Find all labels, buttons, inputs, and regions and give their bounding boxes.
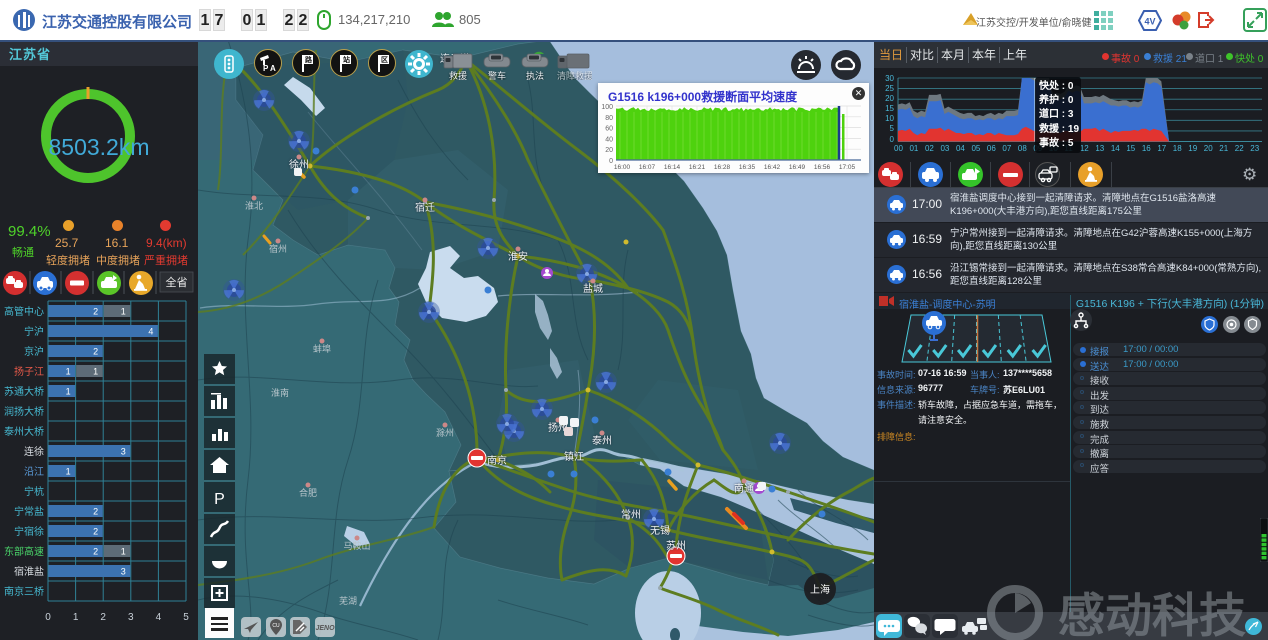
svg-text:宁宿徐: 宁宿徐 [14, 525, 44, 538]
svg-text:JENO: JENO [315, 625, 335, 632]
svg-text:苏州: 苏州 [666, 539, 686, 552]
svg-text:16:28: 16:28 [714, 164, 731, 171]
svg-text:2: 2 [93, 347, 98, 357]
svg-text:16:56: 16:56 [814, 164, 831, 171]
svg-text:南京三桥: 南京三桥 [4, 585, 44, 598]
svg-text:2: 2 [93, 527, 98, 537]
svg-text:连徐: 连徐 [24, 445, 44, 458]
svg-text:盐城: 盐城 [583, 282, 603, 295]
svg-text:1: 1 [66, 387, 71, 397]
svg-text:P: P [263, 64, 269, 73]
svg-text:2: 2 [100, 612, 106, 623]
svg-text:执法: 执法 [526, 70, 544, 80]
svg-text:蚌埠: 蚌埠 [313, 343, 331, 354]
svg-text:淮安: 淮安 [508, 250, 528, 263]
svg-text:0: 0 [45, 612, 51, 623]
svg-text:3: 3 [121, 447, 126, 457]
svg-text:16:49: 16:49 [789, 164, 806, 171]
svg-text:常州: 常州 [621, 508, 641, 521]
svg-text:宁沪: 宁沪 [24, 325, 44, 338]
svg-text:芜湖: 芜湖 [339, 595, 357, 606]
svg-text:扬子江: 扬子江 [14, 365, 44, 378]
svg-text:京沪: 京沪 [24, 345, 44, 358]
svg-text:P: P [214, 491, 225, 508]
svg-text:2: 2 [93, 507, 98, 517]
svg-text:3: 3 [128, 612, 134, 623]
svg-text:救援: 救援 [449, 70, 467, 80]
svg-text:宿州: 宿州 [269, 243, 287, 254]
svg-text:16:42: 16:42 [764, 164, 781, 171]
svg-text:100: 100 [601, 104, 613, 111]
svg-text:4: 4 [148, 327, 153, 337]
svg-text:1: 1 [93, 367, 98, 377]
svg-text:马鞍山: 马鞍山 [343, 540, 370, 551]
svg-text:上海: 上海 [810, 583, 830, 596]
svg-text:苏通大桥: 苏通大桥 [4, 385, 44, 398]
svg-text:3: 3 [121, 567, 126, 577]
svg-text:16:21: 16:21 [689, 164, 706, 171]
svg-text:路: 路 [305, 55, 313, 64]
svg-text:20: 20 [605, 147, 613, 154]
svg-text:镇江: 镇江 [564, 450, 584, 463]
svg-text:宁常盐: 宁常盐 [14, 505, 44, 518]
svg-text:滁州: 滁州 [436, 428, 454, 438]
svg-text:淮北: 淮北 [245, 201, 263, 211]
svg-text:泰州: 泰州 [592, 434, 612, 447]
svg-text:全省: 全省 [166, 275, 188, 289]
svg-text:宁杭: 宁杭 [24, 485, 44, 498]
svg-text:1: 1 [121, 547, 126, 557]
svg-text:高管中心: 高管中心 [4, 305, 44, 318]
svg-text:0: 0 [609, 158, 613, 165]
svg-text:4: 4 [156, 612, 162, 623]
svg-text:60: 60 [605, 126, 613, 133]
svg-text:16:00: 16:00 [614, 164, 631, 171]
svg-text:2: 2 [93, 547, 98, 557]
svg-text:2: 2 [93, 307, 98, 317]
svg-text:站: 站 [343, 55, 350, 64]
svg-text:CU: CU [272, 623, 280, 629]
svg-text:合肥: 合肥 [299, 487, 317, 498]
svg-text:1: 1 [66, 467, 71, 477]
svg-text:17:05: 17:05 [839, 164, 856, 171]
svg-text:40: 40 [605, 136, 613, 143]
svg-text:无锡: 无锡 [650, 524, 670, 537]
svg-text:5: 5 [183, 612, 189, 623]
svg-text:东部高速: 东部高速 [4, 545, 44, 558]
svg-text:16:35: 16:35 [739, 164, 756, 171]
svg-text:A: A [270, 64, 276, 73]
svg-text:1: 1 [73, 612, 79, 623]
svg-text:宿迁: 宿迁 [415, 201, 435, 214]
svg-text:16:07: 16:07 [639, 164, 656, 171]
svg-text:区: 区 [381, 56, 388, 64]
svg-text:润扬大桥: 润扬大桥 [4, 405, 44, 418]
svg-text:宿淮盐: 宿淮盐 [14, 565, 44, 578]
svg-text:南通: 南通 [734, 482, 754, 495]
svg-text:16:14: 16:14 [664, 164, 681, 171]
svg-text:南京: 南京 [487, 454, 507, 467]
svg-text:1: 1 [121, 307, 126, 317]
svg-text:4V: 4V [1144, 17, 1155, 27]
svg-text:警车: 警车 [488, 70, 506, 80]
svg-text:淮南: 淮南 [271, 387, 289, 398]
svg-text:泰州大桥: 泰州大桥 [4, 425, 44, 438]
svg-text:80: 80 [605, 115, 613, 122]
svg-text:沿江: 沿江 [24, 466, 44, 478]
svg-text:清障救援: 清障救援 [557, 70, 592, 80]
svg-text:1: 1 [66, 367, 71, 377]
